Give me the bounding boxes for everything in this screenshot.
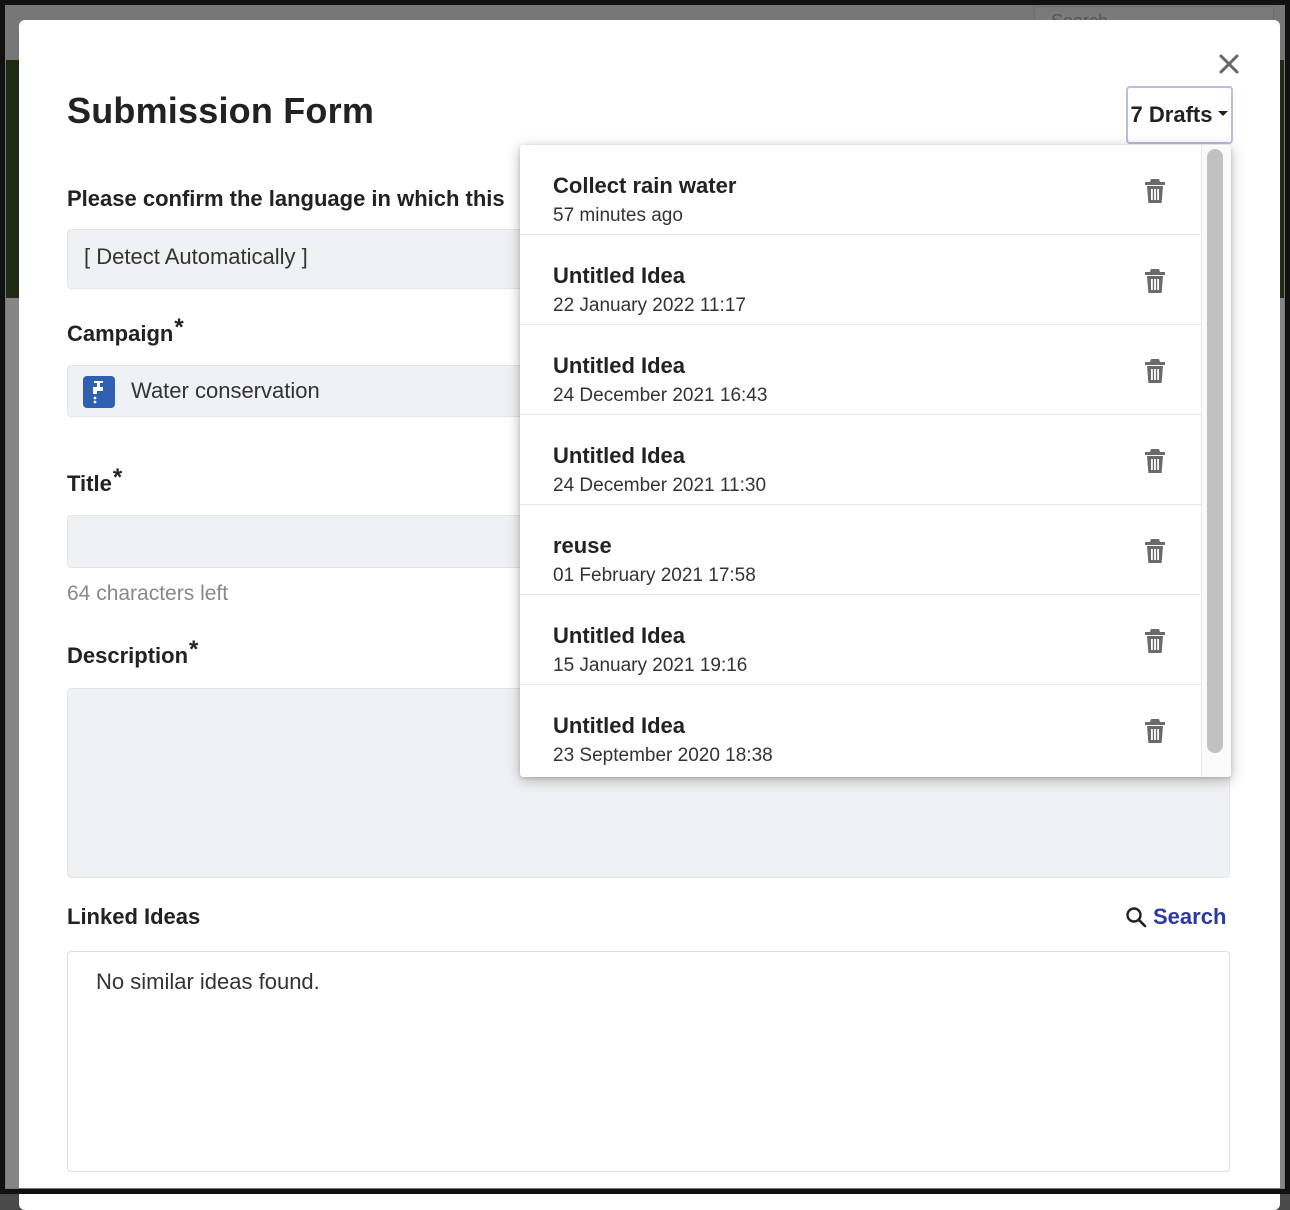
draft-title: Untitled Idea	[553, 443, 686, 468]
title-label: Title*	[67, 464, 122, 498]
required-asterisk: *	[174, 314, 184, 341]
draft-title: Untitled Idea	[553, 623, 686, 648]
background-left-edge	[0, 298, 20, 1194]
draft-title: Collect rain water	[553, 173, 737, 198]
trash-icon[interactable]	[1144, 538, 1166, 564]
description-label: Description*	[67, 636, 198, 670]
draft-date: 15 January 2021 19:16	[553, 655, 748, 676]
trash-icon[interactable]	[1144, 268, 1166, 294]
draft-item[interactable]: Untitled Idea 22 January 2022 11:17	[520, 235, 1201, 325]
page-title: Submission Form	[67, 90, 375, 131]
draft-title: reuse	[553, 533, 612, 558]
search-link-label: Search	[1153, 904, 1227, 929]
draft-title: Untitled Idea	[553, 713, 686, 738]
search-icon	[1126, 907, 1147, 928]
draft-title: Untitled Idea	[553, 353, 686, 378]
language-label: Please confirm the language in which thi…	[67, 186, 505, 211]
draft-item[interactable]: Collect rain water 57 minutes ago	[520, 145, 1201, 235]
drafts-dropdown-button[interactable]: 7 Drafts	[1126, 86, 1233, 144]
linked-ideas-search-link[interactable]: Search	[1125, 904, 1226, 930]
draft-date: 57 minutes ago	[553, 205, 683, 226]
close-icon	[1219, 54, 1239, 74]
required-asterisk: *	[112, 464, 123, 491]
campaign-select-value: Water conservation	[131, 378, 320, 403]
campaign-label-text: Campaign	[67, 321, 174, 346]
title-label-text: Title	[67, 471, 112, 496]
chevron-down-icon	[1218, 110, 1229, 116]
campaign-label: Campaign*	[67, 314, 184, 348]
trash-icon[interactable]	[1144, 448, 1166, 474]
drafts-menu: Collect rain water 57 minutes ago Untitl…	[520, 145, 1231, 777]
draft-date: 24 December 2021 11:30	[553, 475, 767, 496]
submission-modal: Submission Form 7 Drafts Please confirm …	[19, 20, 1280, 1210]
draft-date: 24 December 2021 16:43	[553, 385, 768, 406]
draft-date: 22 January 2022 11:17	[553, 295, 746, 316]
language-select-value: [ Detect Automatically ]	[84, 244, 308, 269]
linked-ideas-empty-text: No similar ideas found.	[96, 969, 320, 994]
draft-item[interactable]: Untitled Idea 24 December 2021 11:30	[520, 415, 1201, 505]
faucet-icon	[83, 376, 115, 408]
draft-date: 23 September 2020 18:38	[553, 745, 773, 766]
trash-icon[interactable]	[1144, 358, 1166, 384]
draft-date: 01 February 2021 17:58	[553, 565, 756, 586]
linked-ideas-label: Linked Ideas	[67, 904, 201, 929]
draft-item[interactable]: reuse 01 February 2021 17:58	[520, 505, 1201, 595]
description-label-text: Description	[67, 643, 189, 668]
drafts-scrollbar-thumb[interactable]	[1207, 149, 1223, 753]
trash-icon[interactable]	[1144, 628, 1166, 654]
trash-icon[interactable]	[1144, 718, 1166, 744]
draft-item[interactable]: Untitled Idea 24 December 2021 16:43	[520, 325, 1201, 415]
draft-item[interactable]: Untitled Idea 15 January 2021 19:16	[520, 595, 1201, 685]
drafts-button-label: 7 Drafts	[1130, 102, 1213, 127]
title-characters-left: 64 characters left	[67, 582, 229, 605]
required-asterisk: *	[189, 636, 199, 663]
linked-ideas-list: No similar ideas found.	[67, 951, 1230, 1172]
trash-icon[interactable]	[1144, 178, 1166, 204]
draft-item[interactable]: Untitled Idea 23 September 2020 18:38	[520, 685, 1201, 775]
draft-title: Untitled Idea	[553, 263, 686, 288]
close-button[interactable]	[1215, 50, 1243, 78]
